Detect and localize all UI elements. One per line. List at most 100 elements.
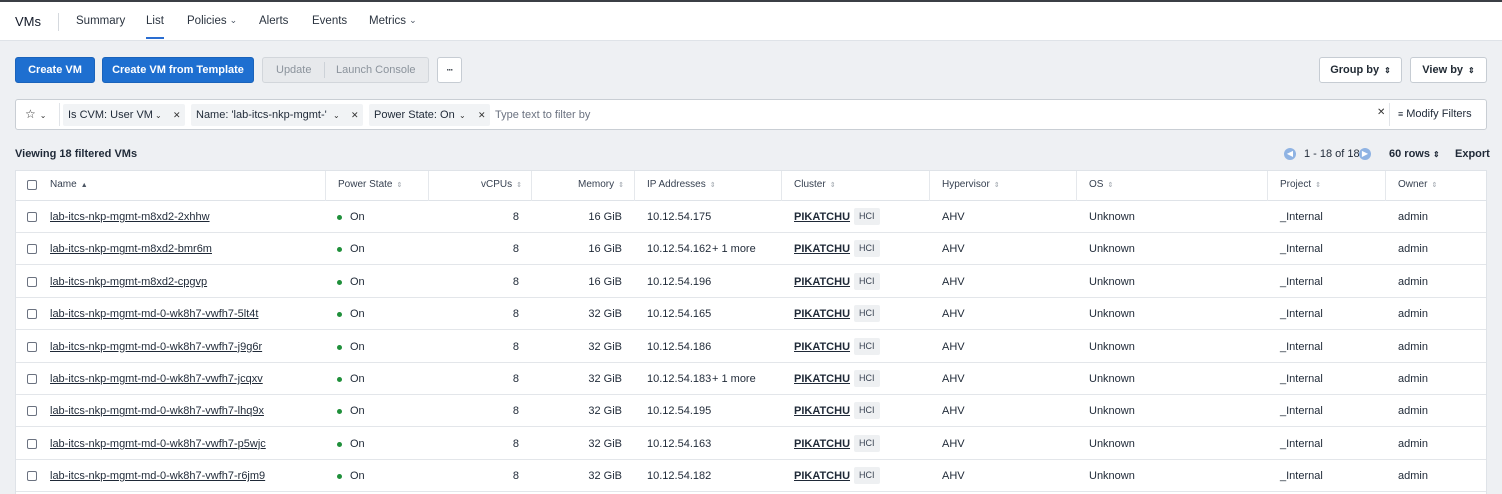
vcpus-value: 8 (512, 405, 519, 418)
vcpus-value: 8 (512, 211, 519, 223)
table-row[interactable]: lab-itcs-nkp-mgmt-m8xd2-bmr6m On 8 16 GiB 10… (16, 233, 1486, 266)
update-button[interactable]: Update (276, 58, 311, 82)
table-row[interactable]: lab-itcs-nkp-mgmt-m8xd2-cpgvp On 8 16 GiB 10… (16, 266, 1486, 298)
clear-filters-icon[interactable]: ✕ (1377, 107, 1385, 118)
chevron-down-icon[interactable]: ⌄ (155, 111, 162, 120)
filter-chip-name[interactable]: Name: 'lab-itcs-nkp-mgmt-' ⌄ ✕ (191, 104, 363, 126)
remove-filter-icon[interactable]: ✕ (478, 110, 486, 121)
column-header-label: OS (1089, 179, 1104, 190)
table-row[interactable]: lab-itcs-nkp-mgmt-md-0-wk8h7-vwfh7-r6jm9… (16, 460, 1486, 493)
filter-search-input[interactable] (495, 107, 1195, 123)
vcpus-value: 8 (512, 308, 519, 321)
column-header-hypervisor[interactable]: Hypervisor ⇕ (942, 179, 1000, 190)
cluster-link[interactable]: PIKATCHU (794, 211, 850, 223)
table-row[interactable]: lab-itcs-nkp-mgmt-m8xd2-2xhhw On 8 16 GiB 10… (16, 201, 1486, 233)
row-checkbox[interactable] (27, 341, 37, 352)
os-value: Unknown (1089, 405, 1135, 418)
cluster-link[interactable]: PIKATCHU (794, 243, 850, 255)
vm-name-link[interactable]: lab-itcs-nkp-mgmt-md-0-wk8h7-vwfh7-p5wjc (50, 438, 266, 450)
filter-chip-power-state[interactable]: Power State: On ⌄ ✕ (369, 104, 490, 126)
ip-address: 10.12.54.162 (647, 243, 712, 256)
launch-console-button[interactable]: Launch Console (336, 58, 416, 82)
filter-divider (59, 103, 60, 126)
column-header-project[interactable]: Project ⇕ (1280, 179, 1321, 190)
vm-name-link[interactable]: lab-itcs-nkp-mgmt-m8xd2-bmr6m (50, 243, 212, 255)
column-header-owner[interactable]: Owner ⇕ (1398, 179, 1437, 190)
row-checkbox[interactable] (27, 276, 37, 287)
create-vm-button[interactable]: Create VM (15, 57, 95, 83)
column-header-memory[interactable]: Memory ⇕ (578, 179, 624, 190)
vm-name-link[interactable]: lab-itcs-nkp-mgmt-md-0-wk8h7-vwfh7-j9g6r (50, 341, 262, 353)
column-header-vcpus[interactable]: vCPUs ⇕ (481, 179, 522, 190)
cluster-link[interactable]: PIKATCHU (794, 405, 850, 417)
vm-name-link[interactable]: lab-itcs-nkp-mgmt-md-0-wk8h7-vwfh7-5lt4t (50, 308, 258, 320)
table-row[interactable]: lab-itcs-nkp-mgmt-md-0-wk8h7-vwfh7-j9g6r… (16, 331, 1486, 363)
tab-policies-label: Policies (187, 15, 227, 27)
row-checkbox[interactable] (27, 374, 37, 384)
vm-name-link[interactable]: lab-itcs-nkp-mgmt-m8xd2-cpgvp (50, 276, 207, 288)
column-divider (1267, 171, 1268, 201)
cluster-type-badge: HCI (854, 370, 880, 387)
group-by-button[interactable]: Group by ⇕ (1319, 57, 1402, 83)
column-divider (634, 171, 635, 201)
cluster-link[interactable]: PIKATCHU (794, 470, 850, 482)
column-header-ip-addresses[interactable]: IP Addresses ⇕ (647, 179, 716, 190)
tab-metrics[interactable]: Metrics ⌄ (369, 15, 417, 27)
modify-filters-button[interactable]: ≡ Modify Filters (1398, 108, 1472, 120)
row-checkbox[interactable] (27, 471, 37, 482)
cluster-link[interactable]: PIKATCHU (794, 276, 850, 288)
next-page-icon[interactable]: ▶ (1359, 148, 1371, 160)
table-row[interactable]: lab-itcs-nkp-mgmt-md-0-wk8h7-vwfh7-lhq9x… (16, 395, 1486, 428)
tab-events[interactable]: Events (312, 15, 347, 27)
chevron-down-icon: ⌄ (39, 111, 47, 120)
cluster-link[interactable]: PIKATCHU (794, 438, 850, 450)
remove-filter-icon[interactable]: ✕ (351, 110, 359, 121)
power-state: On (350, 405, 365, 418)
tab-policies[interactable]: Policies ⌄ (187, 15, 237, 27)
export-button[interactable]: Export (1455, 148, 1490, 160)
remove-filter-icon[interactable]: ✕ (173, 110, 181, 121)
vm-name-link[interactable]: lab-itcs-nkp-mgmt-md-0-wk8h7-vwfh7-jcqxv (50, 373, 263, 385)
tab-list[interactable]: List (146, 15, 164, 39)
rows-per-page-select[interactable]: 60 rows ⇕ (1389, 148, 1440, 160)
previous-page-icon[interactable]: ◀ (1284, 148, 1296, 160)
power-state: On (350, 308, 365, 321)
cluster-link[interactable]: PIKATCHU (794, 373, 850, 385)
cluster-link[interactable]: PIKATCHU (794, 341, 850, 353)
create-vm-from-template-button[interactable]: Create VM from Template (102, 57, 254, 83)
chevron-down-icon[interactable]: ⌄ (333, 111, 340, 120)
favorites-dropdown[interactable]: ☆ ⌄ (25, 107, 46, 121)
more-actions-button[interactable]: ··· (437, 57, 462, 83)
cluster-type-badge: HCI (854, 434, 880, 452)
more-ips-link[interactable]: + 1 more (712, 243, 756, 255)
project-value: _Internal (1280, 275, 1323, 288)
row-checkbox[interactable] (27, 212, 37, 222)
column-header-power-state[interactable]: Power State ⇕ (338, 179, 402, 190)
column-header-cluster[interactable]: Cluster ⇕ (794, 179, 836, 190)
vm-name-link[interactable]: lab-itcs-nkp-mgmt-m8xd2-2xhhw (50, 211, 210, 223)
column-header-name[interactable]: Name ▲ (50, 179, 88, 190)
filter-chip-cvm[interactable]: Is CVM: User VM ⌄ ✕ (63, 104, 185, 126)
view-by-button[interactable]: View by ⇕ (1410, 57, 1487, 83)
cluster-link[interactable]: PIKATCHU (794, 308, 850, 320)
row-checkbox[interactable] (27, 406, 37, 417)
vm-name-link[interactable]: lab-itcs-nkp-mgmt-md-0-wk8h7-vwfh7-r6jm9 (50, 470, 265, 482)
owner-value: admin (1398, 437, 1428, 450)
select-all-checkbox[interactable] (27, 180, 37, 190)
table-row[interactable]: lab-itcs-nkp-mgmt-md-0-wk8h7-vwfh7-jcqxv… (16, 363, 1486, 395)
chevron-down-icon[interactable]: ⌄ (459, 111, 466, 120)
row-checkbox[interactable] (27, 309, 37, 320)
more-ips-link[interactable]: + 1 more (712, 373, 756, 385)
row-checkbox[interactable] (27, 244, 37, 255)
tab-summary[interactable]: Summary (76, 15, 125, 27)
table-row[interactable]: lab-itcs-nkp-mgmt-md-0-wk8h7-vwfh7-p5wjc… (16, 428, 1486, 460)
vm-name-link[interactable]: lab-itcs-nkp-mgmt-md-0-wk8h7-vwfh7-lhq9x (50, 405, 264, 417)
table-row[interactable]: lab-itcs-nkp-mgmt-md-0-wk8h7-vwfh7-5lt4t… (16, 298, 1486, 331)
row-checkbox[interactable] (27, 438, 37, 449)
sort-icon: ⇕ (1107, 182, 1114, 189)
tab-alerts[interactable]: Alerts (259, 15, 288, 27)
column-header-os[interactable]: OS ⇕ (1089, 179, 1113, 190)
power-state: On (350, 470, 365, 483)
status-dot-icon (337, 409, 342, 415)
power-state: On (350, 437, 365, 450)
